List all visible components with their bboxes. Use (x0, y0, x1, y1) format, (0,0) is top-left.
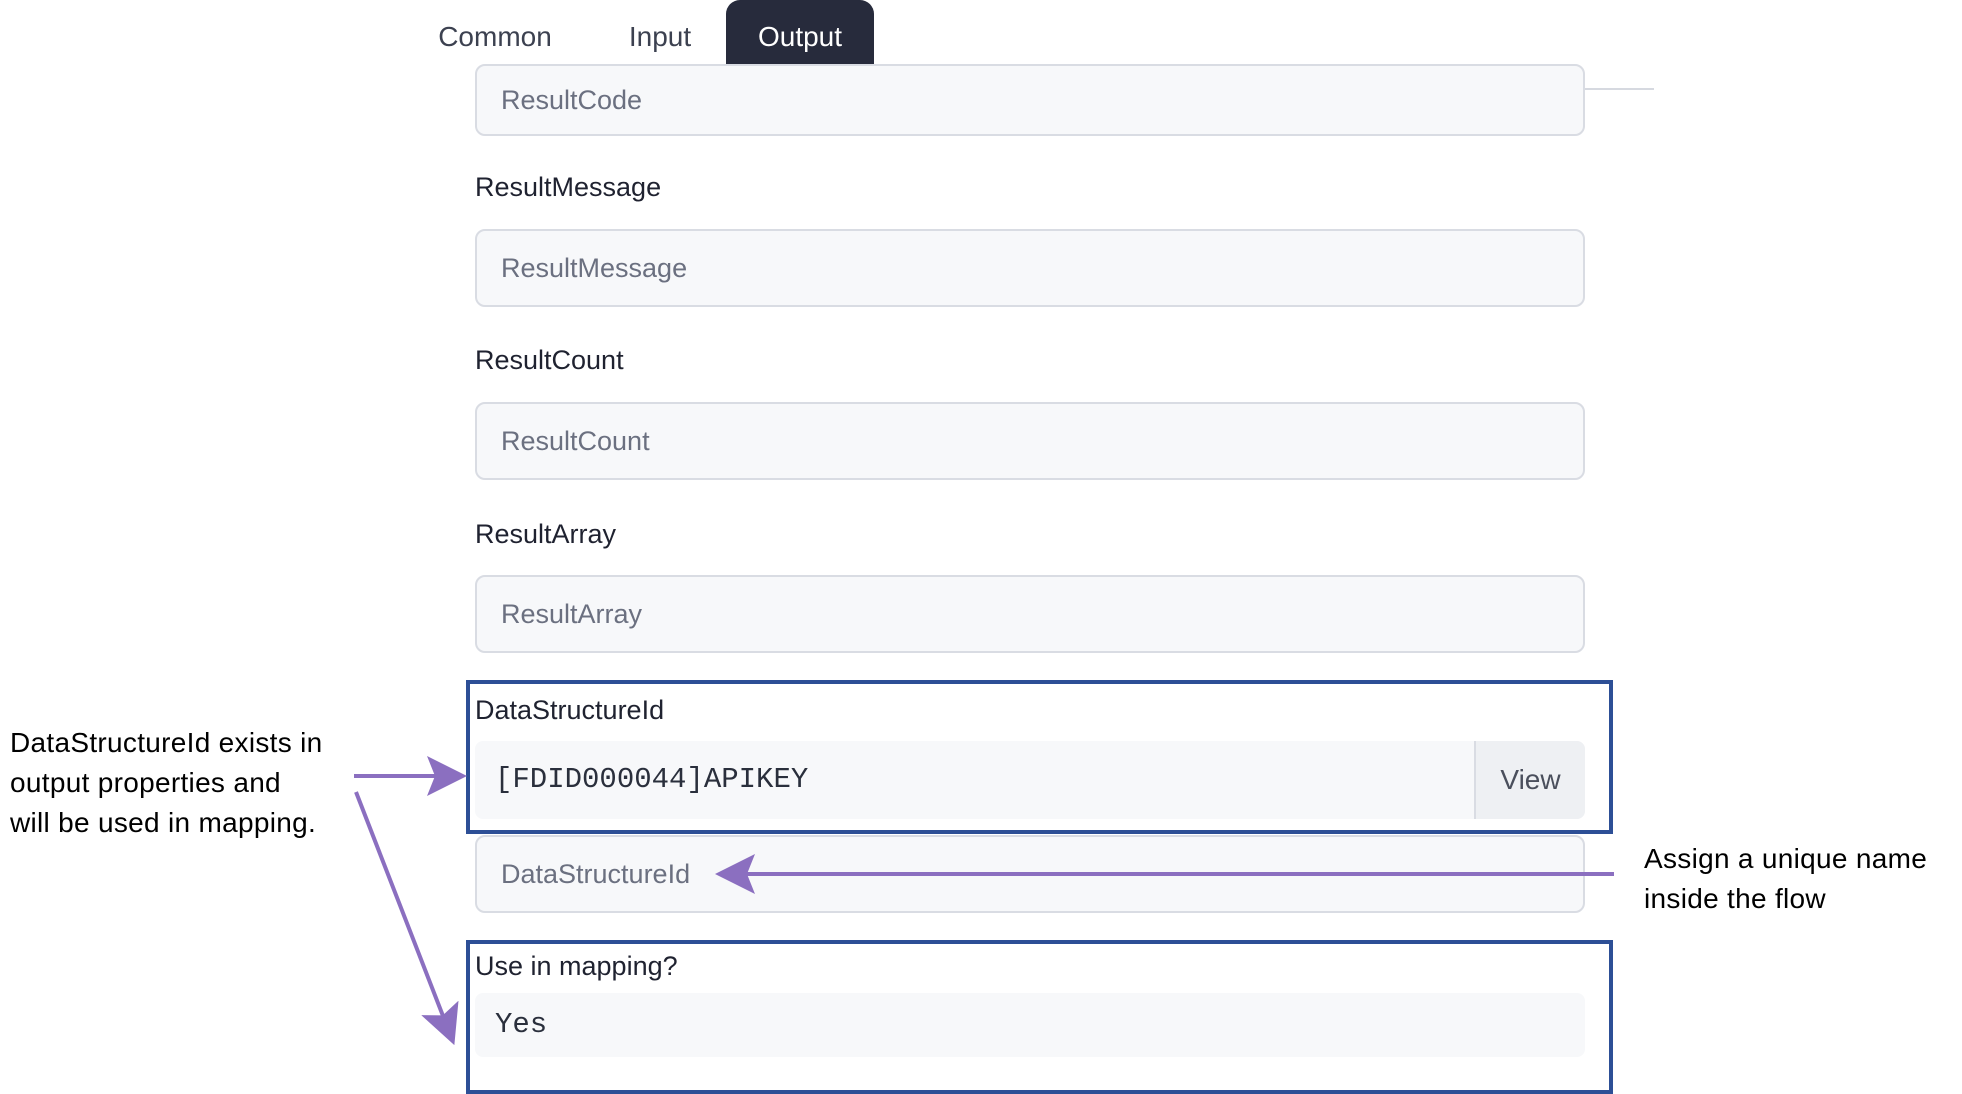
arrow-to-use-in-mapping (354, 791, 459, 1046)
left-annotation-line: output properties and (10, 767, 281, 798)
result-count-label: ResultCount (475, 345, 624, 375)
use-in-mapping-label: Use in mapping? (475, 951, 678, 981)
left-annotation-line: DataStructureId exists in (10, 727, 323, 758)
view-button[interactable]: View (1474, 741, 1585, 819)
right-annotation: Assign a unique name inside the flow (1644, 839, 1927, 919)
data-structure-id-label: DataStructureId (475, 695, 665, 725)
right-annotation-line: Assign a unique name (1644, 843, 1928, 874)
result-array-input[interactable] (475, 575, 1585, 653)
left-annotation: DataStructureId exists in output propert… (10, 723, 323, 843)
result-message-input[interactable] (475, 229, 1585, 307)
use-in-mapping-select[interactable]: Yes (475, 993, 1585, 1057)
result-array-label: ResultArray (475, 519, 617, 549)
data-structure-id-name-input[interactable] (475, 835, 1585, 913)
result-message-label: ResultMessage (475, 172, 662, 202)
right-annotation-line: inside the flow (1644, 883, 1826, 914)
left-annotation-line: will be used in mapping. (10, 807, 317, 838)
result-code-input[interactable] (475, 64, 1585, 136)
result-count-input[interactable] (475, 402, 1585, 480)
data-structure-id-select[interactable]: [FDID000044]APIKEY (475, 741, 1585, 819)
